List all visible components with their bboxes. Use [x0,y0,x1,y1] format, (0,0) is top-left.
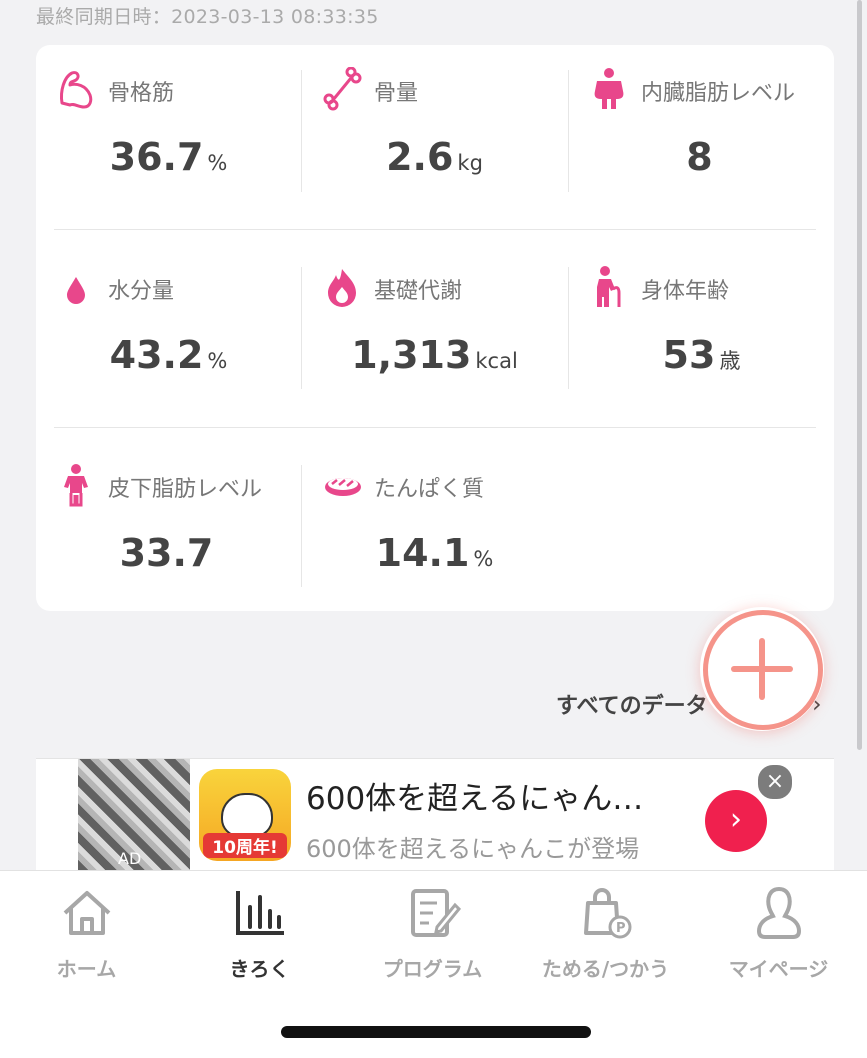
ad-title[interactable]: 600体を超えるにゃん… [306,773,643,818]
program-notebook-icon [410,889,461,937]
ad-subtitle: 600体を超えるにゃんこが登場 [306,835,640,863]
tab-home[interactable]: ホーム [0,883,173,982]
water-drop-icon [67,277,85,304]
metric-body-age[interactable]: 身体年齢 53 歳 [569,243,834,440]
home-indicator[interactable] [281,1026,591,1038]
flame-icon [328,269,356,307]
meat-icon [325,478,361,496]
ad-close-button[interactable]: × [756,763,794,801]
metric-unit: % [207,151,228,175]
ad-thumbnail[interactable]: AD [78,759,190,871]
metric-label: 身体年齢 [641,279,730,304]
ad-badge: AD [118,849,142,868]
metric-visceral-fat[interactable]: 内臓脂肪レベル 8 [569,45,834,242]
svg-text:P: P [616,921,626,936]
metric-label: 内臓脂肪レベル [641,81,796,106]
metric-value: 2.6 [386,135,454,179]
metric-value: 8 [686,135,713,179]
metric-label: 皮下脂肪レベル [108,477,263,502]
tab-label: きろく [229,957,290,981]
tab-program[interactable]: プログラム [346,883,519,982]
ad-banner[interactable]: AD 10周年! 600体を超えるにゃん… 600体を超えるにゃんこが登場 › … [36,758,834,871]
tab-points[interactable]: P ためる/つかう [519,883,692,982]
visceral-fat-icon [594,68,624,109]
metric-value: 53 [662,333,716,377]
add-record-button[interactable] [700,607,824,731]
tab-mypage[interactable]: マイページ [692,883,865,982]
metric-label: 水分量 [108,279,175,304]
metric-label: たんぱく質 [374,477,485,502]
ad-open-button[interactable]: › [705,790,767,852]
metric-value: 1,313 [351,333,472,377]
metric-unit: kcal [475,349,518,373]
metric-unit: 歳 [719,349,741,373]
metric-unit: % [473,547,494,571]
tab-label: プログラム [382,957,483,981]
elder-person-icon [597,266,621,307]
metric-bone-mass[interactable]: 骨量 2.6 kg [302,45,567,242]
metric-value: 43.2 [109,333,204,377]
metric-subcutaneous-fat[interactable]: 皮下脂肪レベル 33.7 [36,441,301,638]
bar-chart-icon [235,891,284,935]
muscle-arm-icon [60,71,93,109]
metric-value: 33.7 [119,531,214,575]
metric-label: 骨格筋 [108,81,175,106]
bone-icon [323,67,362,111]
person-icon [756,886,801,939]
scrollbar[interactable] [857,0,862,750]
tab-label: ホーム [56,957,117,981]
all-data-link[interactable]: すべてのデータ [556,688,708,720]
metric-label: 基礎代謝 [374,279,463,304]
metrics-card: 骨格筋 36.7% 骨量 2.6kg 内臓脂肪レベル 8 水分量 43.2% [36,45,834,611]
metric-unit: % [207,349,228,373]
metric-label: 骨量 [374,81,419,106]
tab-label: マイページ [728,957,829,981]
points-bag-icon: P [583,888,631,939]
metric-protein[interactable]: たんぱく質 14.1% [302,441,567,638]
tab-label: ためる/つかう [541,957,670,981]
body-fat-icon [64,464,88,507]
ad-app-badge: 10周年! [203,833,287,858]
metric-unit: kg [457,151,483,175]
metric-basal-metabolism[interactable]: 基礎代謝 1,313 kcal [302,243,567,440]
tab-records[interactable]: きろく [173,883,346,982]
home-icon [63,891,110,935]
metric-value: 14.1 [375,531,470,575]
ad-app-icon[interactable]: 10周年! [199,769,291,861]
metric-skeletal-muscle[interactable]: 骨格筋 36.7% [36,45,301,242]
metric-body-water[interactable]: 水分量 43.2% [36,243,301,440]
plus-icon [731,638,793,700]
last-sync-time: 最終同期日時：2023-03-13 08:33:35 [36,6,379,28]
metric-value: 36.7 [109,135,204,179]
